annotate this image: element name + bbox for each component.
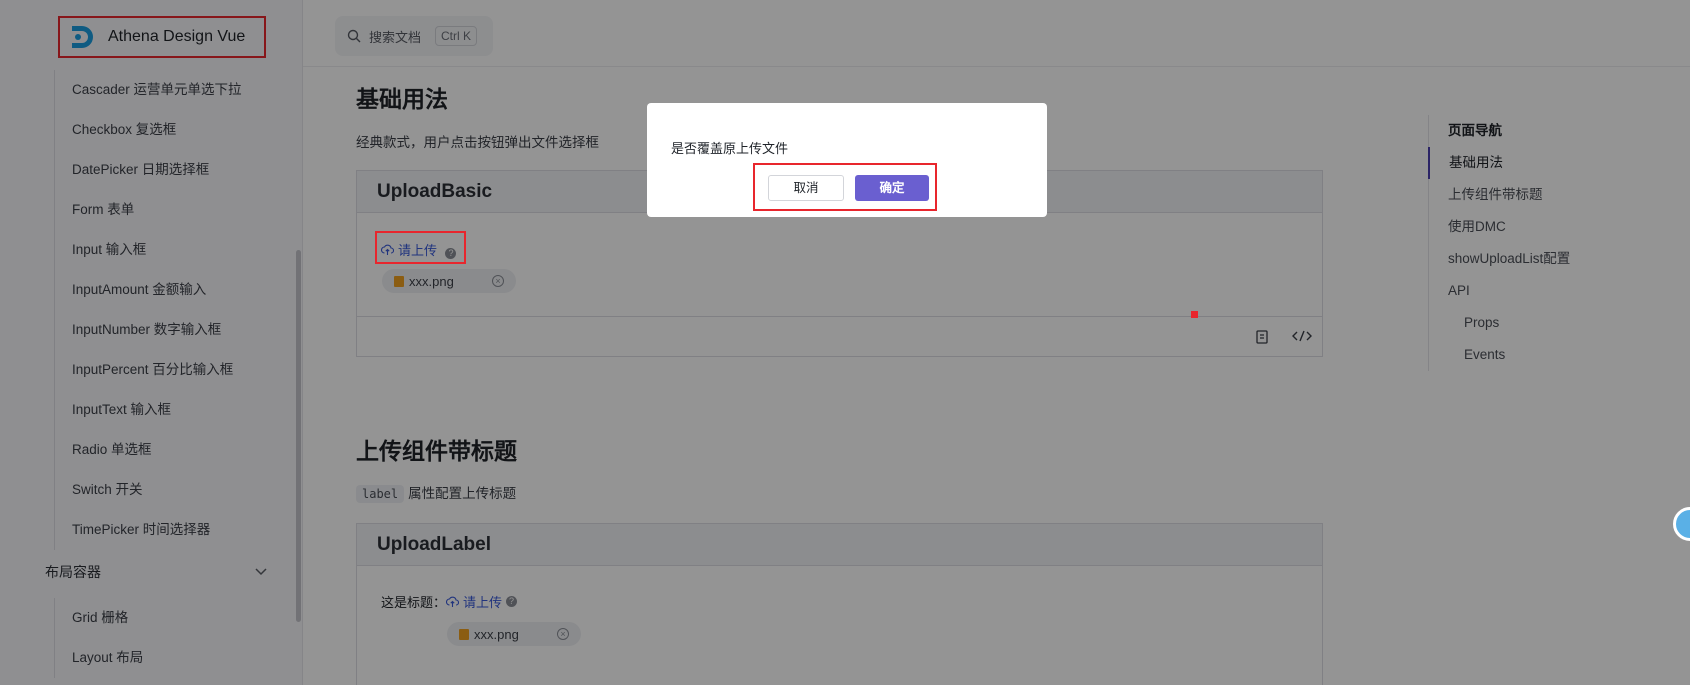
dialog-message: 是否覆盖原上传文件 <box>671 141 789 156</box>
confirm-button[interactable]: 确定 <box>855 175 929 201</box>
cancel-button[interactable]: 取消 <box>768 175 844 201</box>
dialog-buttons-highlight: 取消 确定 <box>753 163 937 211</box>
upload-highlight <box>375 231 466 264</box>
confirm-dialog: 是否覆盖原上传文件 取消 确定 <box>647 103 1047 217</box>
cursor-marker <box>1191 311 1198 318</box>
